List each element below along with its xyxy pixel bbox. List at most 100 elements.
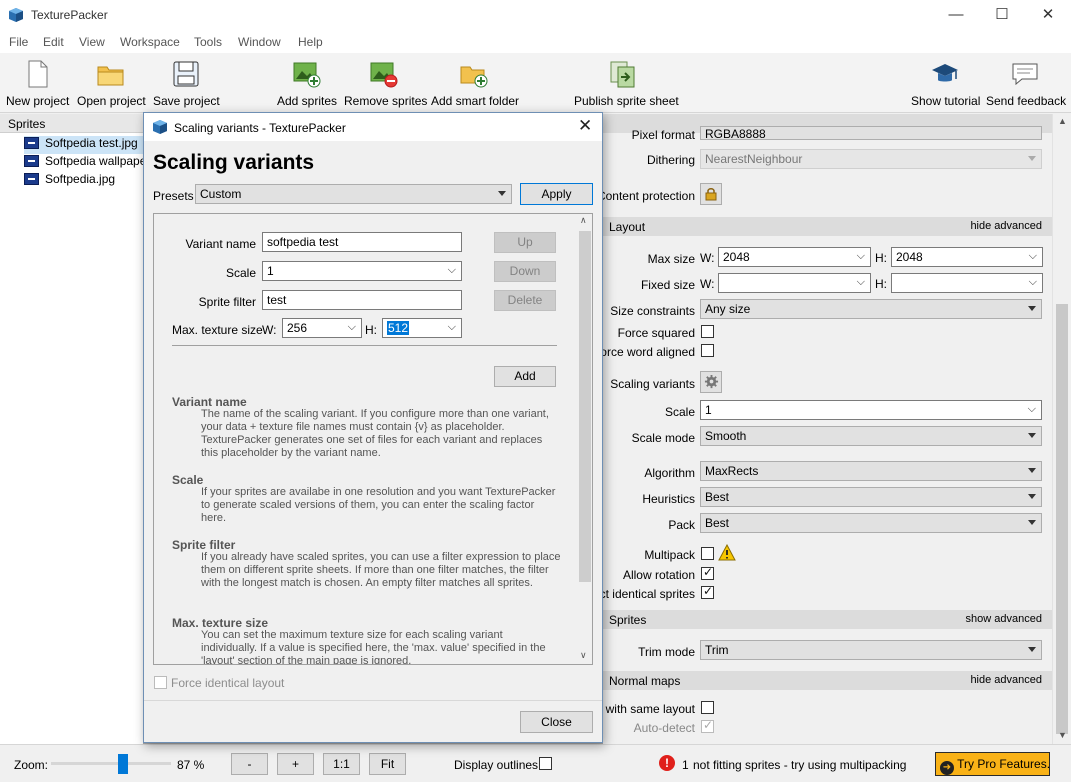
scroll-down-icon[interactable]: ▼: [1058, 730, 1067, 740]
layout-section-bar[interactable]: Layout hide advanced: [603, 217, 1052, 236]
zoom-value: 87 %: [177, 758, 205, 772]
scaling-variants-dialog: Scaling variants - TexturePacker ✕ Scali…: [143, 112, 603, 743]
add-variant-button[interactable]: Add: [494, 366, 556, 387]
menu-file[interactable]: File: [9, 35, 28, 49]
presets-combo[interactable]: Custom: [195, 184, 512, 204]
pixel-format-combo[interactable]: RGBA8888: [700, 126, 1042, 140]
zoom-fit-button[interactable]: Fit: [369, 753, 406, 775]
scaling-variants-button[interactable]: [700, 371, 722, 393]
close-button[interactable]: Close: [520, 711, 593, 733]
auto-detect-label: Auto-detect: [633, 721, 695, 735]
apply-button[interactable]: Apply: [520, 183, 593, 205]
open-project-button[interactable]: Open project: [77, 53, 146, 111]
layout-hide-advanced[interactable]: hide advanced: [970, 220, 1042, 232]
feedback-bubble-icon: [1012, 63, 1038, 86]
fixed-size-w-combo[interactable]: ⌵: [718, 273, 871, 293]
zoom-out-button[interactable]: -: [231, 753, 268, 775]
allow-rotation-checkbox[interactable]: [701, 565, 714, 580]
max-texture-h-combo[interactable]: 512 ⌵: [382, 318, 462, 338]
trim-mode-combo[interactable]: Trim: [700, 640, 1042, 660]
sprite-thumbnail-icon: [24, 155, 39, 167]
down-button[interactable]: Down: [494, 261, 556, 282]
pack-combo[interactable]: Best: [700, 513, 1042, 533]
force-squared-checkbox[interactable]: [701, 325, 714, 338]
detect-identical-label: Detect identical sprites: [603, 587, 695, 601]
display-outlines-checkbox[interactable]: [539, 757, 552, 770]
zoom-slider[interactable]: [51, 754, 171, 774]
content-protection-button[interactable]: [700, 183, 722, 205]
title-bar: TexturePacker — ☐ ✕: [0, 0, 1071, 31]
sprite-item[interactable]: Softpedia wallpaper: [24, 154, 143, 172]
arrow-right-icon: ➜: [940, 761, 954, 775]
scale-combo[interactable]: 1 ⌵: [700, 400, 1042, 420]
size-constraints-combo[interactable]: Any size: [700, 299, 1042, 319]
dialog-scrollbar-thumb[interactable]: [579, 231, 591, 582]
dialog-close-icon[interactable]: ✕: [578, 116, 592, 136]
heuristics-combo[interactable]: Best: [700, 487, 1042, 507]
graduation-cap-icon: [932, 64, 958, 82]
zoom-label: Zoom:: [14, 758, 49, 772]
sprites-show-advanced[interactable]: show advanced: [966, 613, 1042, 625]
add-smart-folder-button[interactable]: Add smart folder: [431, 53, 519, 111]
menu-workspace[interactable]: Workspace: [120, 35, 180, 49]
save-project-button[interactable]: Save project: [153, 53, 220, 111]
dithering-combo[interactable]: NearestNeighbour: [700, 149, 1042, 169]
heuristics-label: Heuristics: [642, 492, 695, 506]
settings-panel: Pixel format RGBA8888 Dithering NearestN…: [603, 114, 1052, 744]
settings-scrollbar[interactable]: ▲ ▼: [1052, 114, 1071, 744]
scroll-up-icon[interactable]: ∧: [580, 215, 587, 226]
variant-scale-label: Scale: [225, 266, 256, 280]
force-identical-checkbox[interactable]: [154, 676, 167, 689]
presets-label: Presets: [153, 189, 194, 203]
algorithm-combo[interactable]: MaxRects: [700, 461, 1042, 481]
max-size-h-combo[interactable]: 2048 ⌵: [891, 247, 1043, 267]
sprites-section-bar[interactable]: Sprites show advanced: [603, 610, 1052, 629]
scale-mode-combo[interactable]: Smooth: [700, 426, 1042, 446]
variant-scale-combo[interactable]: 1 ⌵: [262, 261, 462, 281]
normal-maps-hide-advanced[interactable]: hide advanced: [970, 674, 1042, 686]
publish-icon: [610, 61, 635, 88]
menu-view[interactable]: View: [79, 35, 105, 49]
max-texture-w-combo[interactable]: 256 ⌵: [282, 318, 362, 338]
normal-maps-section-bar[interactable]: Normal maps hide advanced: [603, 671, 1052, 690]
try-pro-button[interactable]: ➜ Try Pro Features.: [935, 752, 1050, 776]
zoom-one-to-one-button[interactable]: 1:1: [323, 753, 360, 775]
sprite-item[interactable]: Softpedia.jpg: [24, 172, 143, 190]
menu-tools[interactable]: Tools: [194, 35, 222, 49]
maximize-icon[interactable]: ☐: [979, 0, 1025, 31]
force-word-aligned-label: Force word aligned: [603, 345, 695, 359]
up-button[interactable]: Up: [494, 232, 556, 253]
remove-sprites-button[interactable]: Remove sprites: [344, 53, 427, 111]
detect-identical-checkbox[interactable]: [701, 584, 714, 599]
pack-same-layout-checkbox[interactable]: [701, 701, 714, 714]
zoom-in-button[interactable]: +: [277, 753, 314, 775]
sprite-filter-input[interactable]: test: [262, 290, 462, 310]
sprite-item[interactable]: Softpedia test.jpg: [24, 136, 143, 154]
delete-button[interactable]: Delete: [494, 290, 556, 311]
new-project-button[interactable]: New project: [6, 53, 69, 111]
add-sprites-button[interactable]: Add sprites: [277, 53, 337, 111]
close-icon[interactable]: ✕: [1025, 0, 1071, 31]
zoom-slider-handle[interactable]: [118, 754, 128, 774]
max-size-w-combo[interactable]: 2048 ⌵: [718, 247, 871, 267]
scroll-down-icon[interactable]: ∨: [580, 650, 587, 661]
menu-window[interactable]: Window: [238, 35, 281, 49]
minimize-icon[interactable]: —: [933, 0, 979, 31]
dialog-scrollbar[interactable]: ∧ ∨: [577, 214, 592, 664]
auto-detect-checkbox[interactable]: [701, 718, 714, 733]
multipack-checkbox[interactable]: [701, 547, 714, 560]
force-word-aligned-checkbox[interactable]: [701, 344, 714, 357]
publish-sprite-sheet-button[interactable]: Publish sprite sheet: [574, 53, 679, 111]
algorithm-label: Algorithm: [644, 466, 695, 480]
send-feedback-button[interactable]: Send feedback: [986, 53, 1066, 111]
fixed-size-h-combo[interactable]: ⌵: [891, 273, 1043, 293]
help-text: You can set the maximum texture size for…: [201, 629, 546, 665]
menu-edit[interactable]: Edit: [43, 35, 64, 49]
sprite-thumbnail-icon: [24, 173, 39, 185]
max-texture-size-label: Max. texture size: [172, 323, 263, 337]
settings-scrollbar-thumb[interactable]: [1056, 304, 1068, 734]
menu-help[interactable]: Help: [298, 35, 323, 49]
variant-name-input[interactable]: softpedia test: [262, 232, 462, 252]
scroll-up-icon[interactable]: ▲: [1058, 116, 1067, 126]
show-tutorial-button[interactable]: Show tutorial: [911, 53, 980, 111]
